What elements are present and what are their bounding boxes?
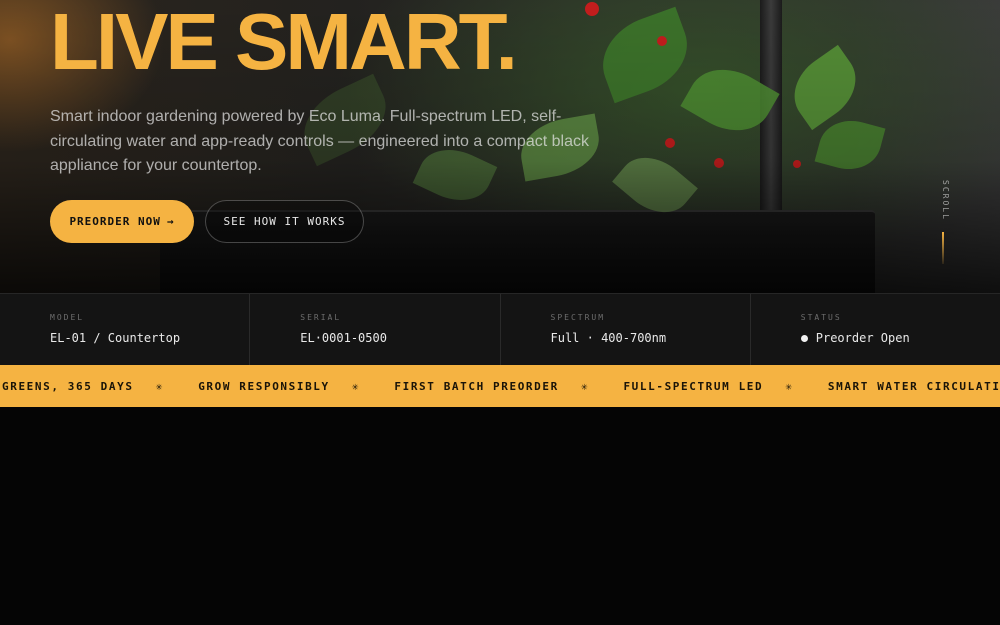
status-dot-icon: [800, 334, 808, 342]
spec-status: STATUS Preorder Open: [751, 294, 1000, 365]
asterisk-icon: ✳: [351, 379, 359, 393]
spec-value: EL·0001-0500: [300, 331, 387, 345]
marquee-item: SMART WATER CIRCULATION: [827, 379, 1000, 393]
hero-title: LIVE SMART.: [50, 0, 518, 86]
marquee-banner: GREENS, 365 DAYS ✳ GROW RESPONSIBLY ✳ FI…: [0, 365, 1000, 407]
scroll-indicator-label: SCROLL: [941, 180, 950, 221]
spec-label: SPECTRUM: [550, 313, 606, 322]
preorder-now-label: PREORDER NOW: [69, 215, 161, 228]
spec-spectrum: SPECTRUM Full · 400-700nm: [501, 294, 751, 365]
spec-label: STATUS: [800, 313, 842, 322]
page-body-empty: [0, 407, 1000, 625]
hero-section: LIVE SMART. Smart indoor gardening power…: [0, 0, 1000, 293]
spec-serial: SERIAL EL·0001-0500: [250, 294, 501, 365]
spec-value: Full · 400-700nm: [550, 331, 667, 345]
spec-value: EL-01 / Countertop: [50, 331, 181, 345]
asterisk-icon: ✳: [155, 379, 163, 393]
marquee-item: FULL-SPECTRUM LED: [623, 379, 764, 393]
asterisk-icon: ✳: [580, 379, 588, 393]
spec-label: SERIAL: [300, 313, 342, 322]
preorder-now-button[interactable]: PREORDER NOW →: [50, 200, 194, 243]
arrow-right-icon: →: [166, 215, 175, 228]
marquee-item: GREENS, 365 DAYS: [2, 379, 134, 393]
hero-description: Smart indoor gardening powered by Eco Lu…: [50, 108, 589, 174]
see-how-it-works-button[interactable]: SEE HOW IT WORKS: [205, 200, 364, 243]
scroll-indicator-line: [942, 232, 944, 264]
marquee-item: GROW RESPONSIBLY: [198, 379, 330, 393]
spec-model: MODEL EL-01 / Countertop: [0, 294, 251, 365]
spec-bar: MODEL EL-01 / Countertop SERIAL EL·0001-…: [0, 293, 1000, 365]
asterisk-icon: ✳: [785, 379, 792, 393]
spec-label: MODEL: [50, 313, 85, 322]
status-text: Preorder Open: [815, 331, 910, 345]
marquee-item: FIRST BATCH PREORDER: [394, 379, 559, 393]
status-value: Preorder Open: [800, 331, 1000, 345]
marquee-track: GREENS, 365 DAYS ✳ GROW RESPONSIBLY ✳ FI…: [0, 380, 1000, 393]
